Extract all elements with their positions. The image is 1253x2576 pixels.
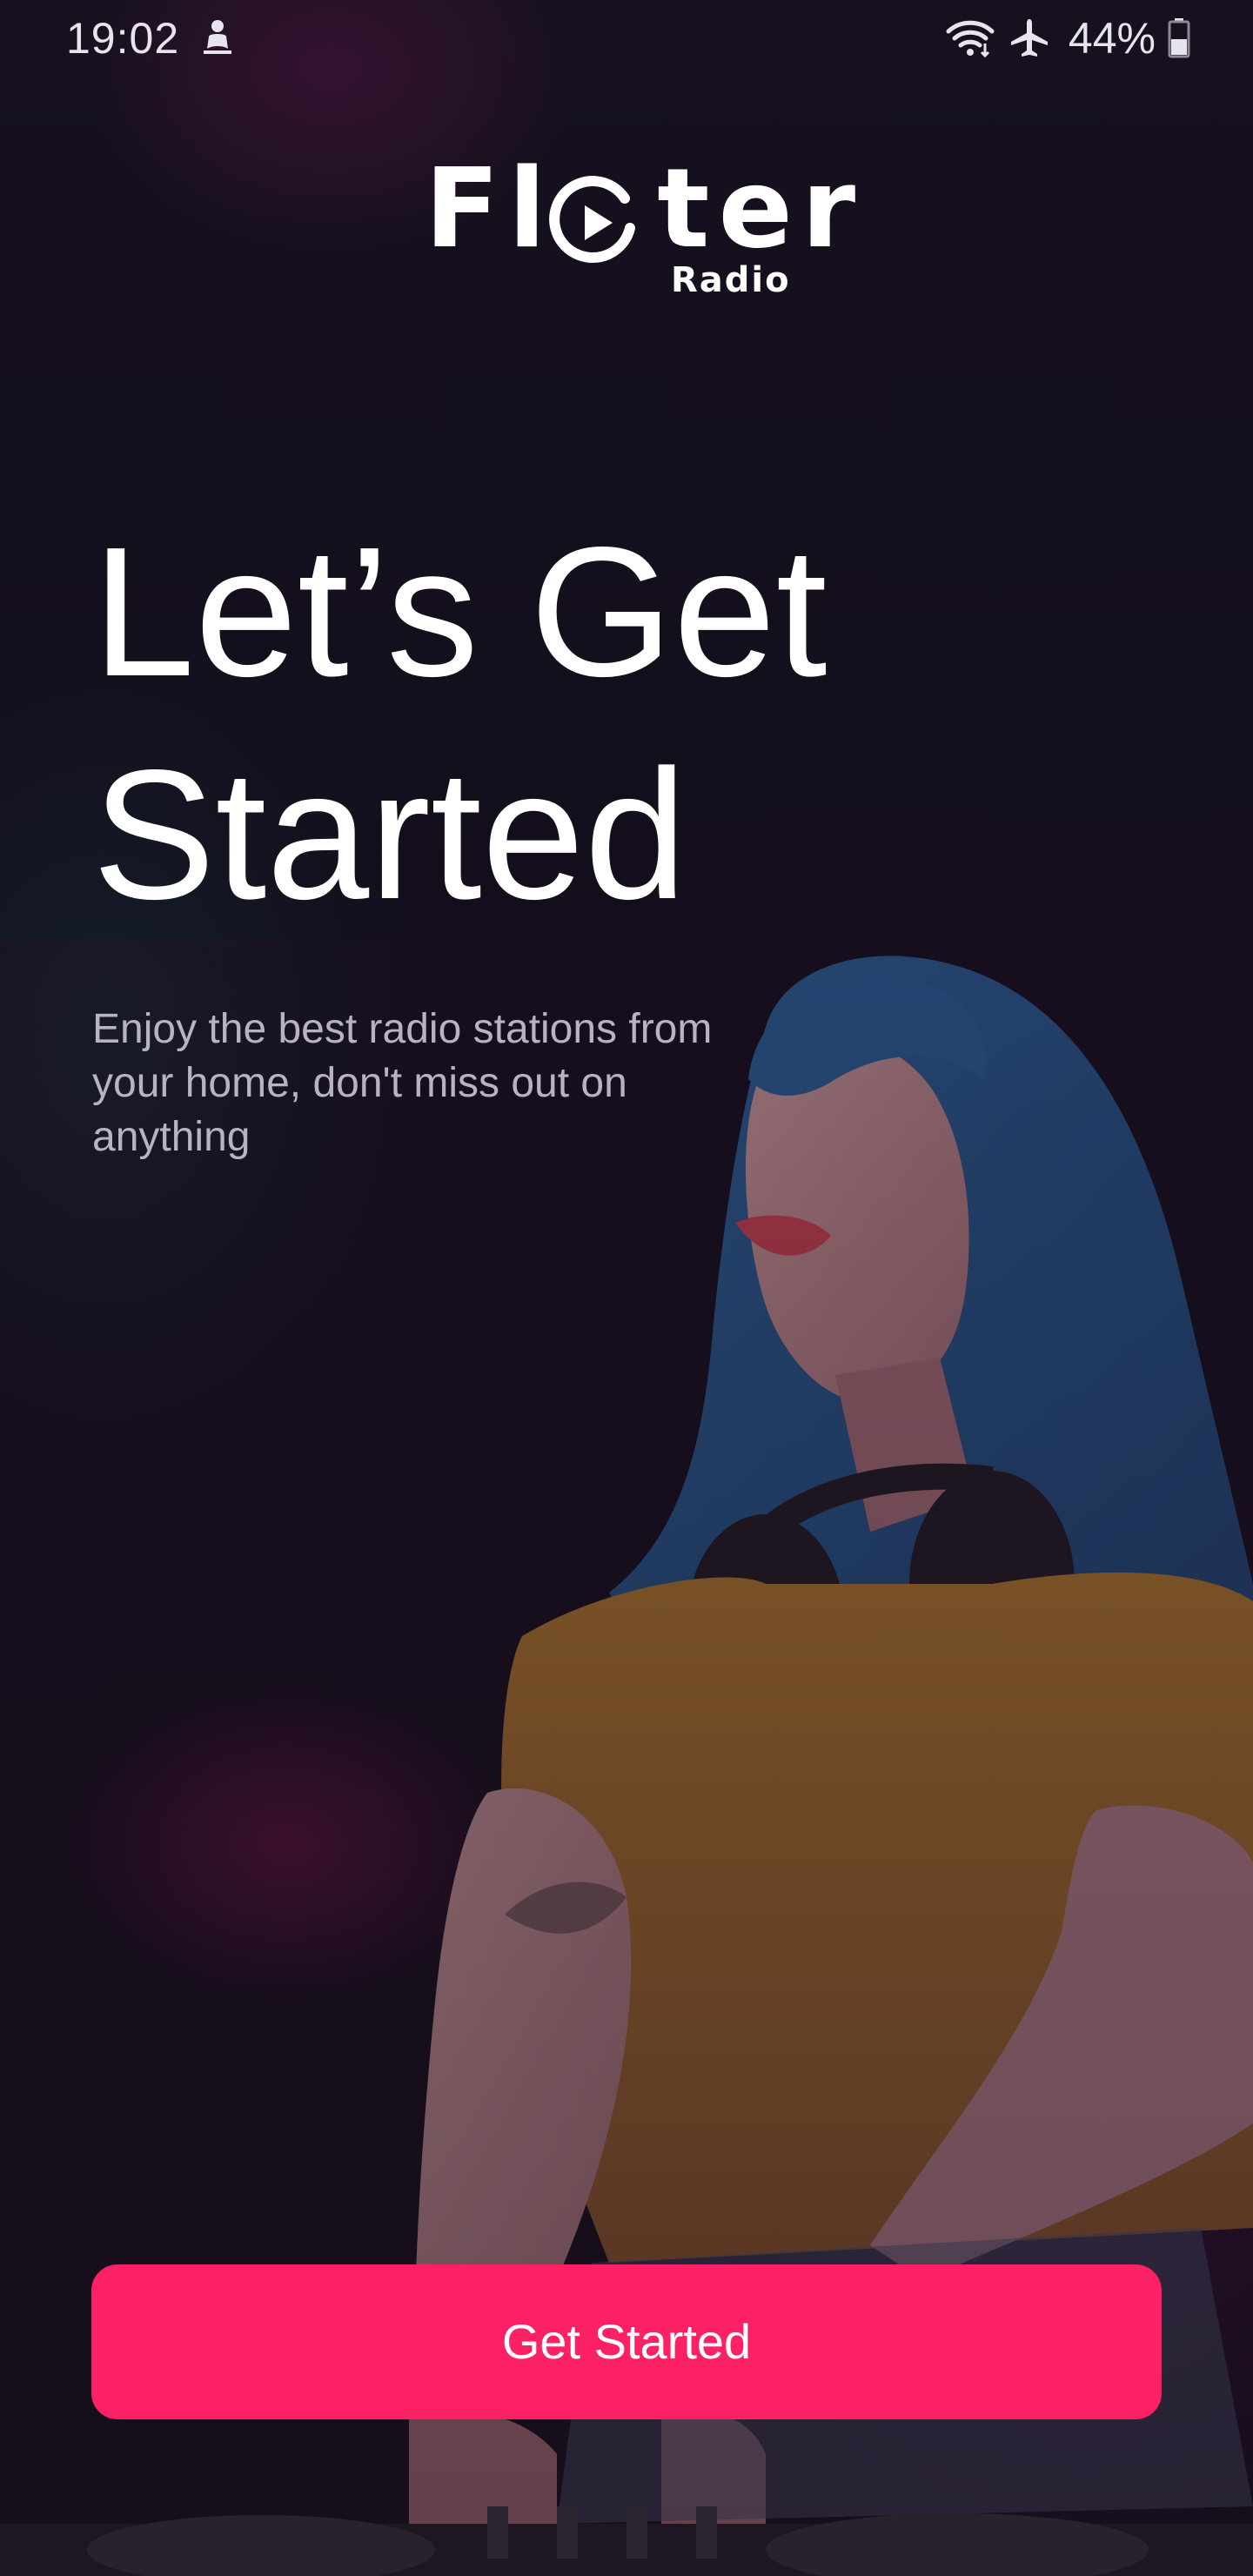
battery-icon	[1168, 18, 1190, 58]
onboarding-screen: 19:02 44% Fl ter Radio Let’s Get Started…	[0, 0, 1253, 2576]
hero-title-line-2: Started	[92, 731, 687, 937]
hero-title-line-1: Let’s Get	[92, 508, 828, 714]
logo-wordmark: Fl ter	[425, 148, 864, 270]
dj-photo	[0, 0, 1253, 2576]
notification-person-icon	[204, 20, 231, 54]
hero-subtitle: Enjoy the best radio stations from your …	[92, 1006, 713, 1160]
logo-wordmark-prefix: Fl	[425, 144, 555, 272]
status-time: 19:02	[66, 14, 180, 63]
get-started-button[interactable]: Get Started	[91, 2264, 1162, 2419]
app-logo: Fl ter Radio	[425, 148, 855, 305]
logo-tagline: Radio	[671, 260, 791, 300]
status-bar: 19:02 44%	[0, 0, 1253, 78]
play-circle-icon	[549, 176, 635, 264]
airplane-mode-icon	[1010, 19, 1048, 57]
battery-percent: 44%	[1068, 14, 1156, 63]
logo-wordmark-suffix: ter	[657, 144, 865, 272]
wifi-icon	[946, 20, 995, 58]
hero-title: Let’s Get Started	[92, 500, 1049, 946]
status-icons: 44%	[945, 12, 1190, 64]
